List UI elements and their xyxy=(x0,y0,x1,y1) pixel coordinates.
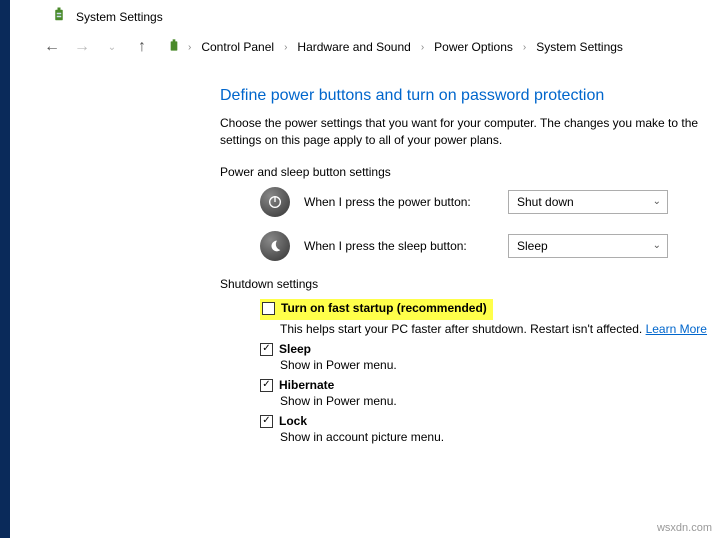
page-title: Define power buttons and turn on passwor… xyxy=(220,87,720,105)
recent-dropdown-icon[interactable]: ⌄ xyxy=(100,35,124,59)
hibernate-checkbox-label: Hibernate xyxy=(279,378,334,392)
back-button[interactable]: ← xyxy=(40,35,64,59)
power-options-icon xyxy=(50,6,68,27)
learn-more-link[interactable]: Learn More xyxy=(646,322,707,336)
chevron-right-icon: › xyxy=(186,42,193,53)
fast-startup-desc: This helps start your PC faster after sh… xyxy=(280,322,720,336)
forward-button[interactable]: → xyxy=(70,35,94,59)
chevron-right-icon: › xyxy=(419,42,426,53)
power-button-dropdown[interactable]: Shut down ⌄ xyxy=(508,190,668,214)
navigation-bar: ← → ⌄ ↑ › Control Panel › Hardware and S… xyxy=(0,31,720,67)
power-button-row: When I press the power button: Shut down… xyxy=(260,187,720,217)
fast-startup-checkbox[interactable] xyxy=(262,302,275,315)
watermark: wsxdn.com xyxy=(657,522,712,534)
chevron-down-icon: ⌄ xyxy=(653,240,661,251)
sleep-desc: Show in Power menu. xyxy=(280,358,720,372)
up-button[interactable]: ↑ xyxy=(130,35,154,59)
sleep-button-row: When I press the sleep button: Sleep ⌄ xyxy=(260,231,720,261)
chevron-down-icon: ⌄ xyxy=(653,196,661,207)
sleep-icon xyxy=(260,231,290,261)
power-dropdown-value: Shut down xyxy=(517,195,574,209)
breadcrumb-control-panel[interactable]: Control Panel xyxy=(197,38,278,56)
sleep-button-dropdown[interactable]: Sleep ⌄ xyxy=(508,234,668,258)
breadcrumb-power-options[interactable]: Power Options xyxy=(430,38,517,56)
power-button-label: When I press the power button: xyxy=(304,195,494,209)
sleep-button-label: When I press the sleep button: xyxy=(304,239,494,253)
lock-checkbox[interactable] xyxy=(260,415,273,428)
power-options-icon xyxy=(166,38,182,57)
power-sleep-header: Power and sleep button settings xyxy=(220,165,720,179)
intro-text: Choose the power settings that you want … xyxy=(220,115,720,149)
chevron-right-icon: › xyxy=(521,42,528,53)
window-title-text: System Settings xyxy=(76,10,163,24)
power-icon xyxy=(260,187,290,217)
lock-checkbox-label: Lock xyxy=(279,414,307,428)
content-area: Define power buttons and turn on passwor… xyxy=(0,67,720,444)
breadcrumb: › Control Panel › Hardware and Sound › P… xyxy=(166,38,627,57)
breadcrumb-hardware-sound[interactable]: Hardware and Sound xyxy=(293,38,414,56)
breadcrumb-system-settings[interactable]: System Settings xyxy=(532,38,627,56)
fast-startup-highlight: Turn on fast startup (recommended) xyxy=(260,299,493,320)
hibernate-checkbox[interactable] xyxy=(260,379,273,392)
sleep-checkbox-label: Sleep xyxy=(279,342,311,356)
shutdown-header: Shutdown settings xyxy=(220,277,720,291)
fast-startup-label: Turn on fast startup (recommended) xyxy=(281,301,487,315)
sleep-checkbox[interactable] xyxy=(260,343,273,356)
hibernate-desc: Show in Power menu. xyxy=(280,394,720,408)
sleep-dropdown-value: Sleep xyxy=(517,239,548,253)
lock-desc: Show in account picture menu. xyxy=(280,430,720,444)
desktop-edge xyxy=(0,0,10,538)
window-title-bar: System Settings xyxy=(0,0,720,31)
chevron-right-icon: › xyxy=(282,42,289,53)
